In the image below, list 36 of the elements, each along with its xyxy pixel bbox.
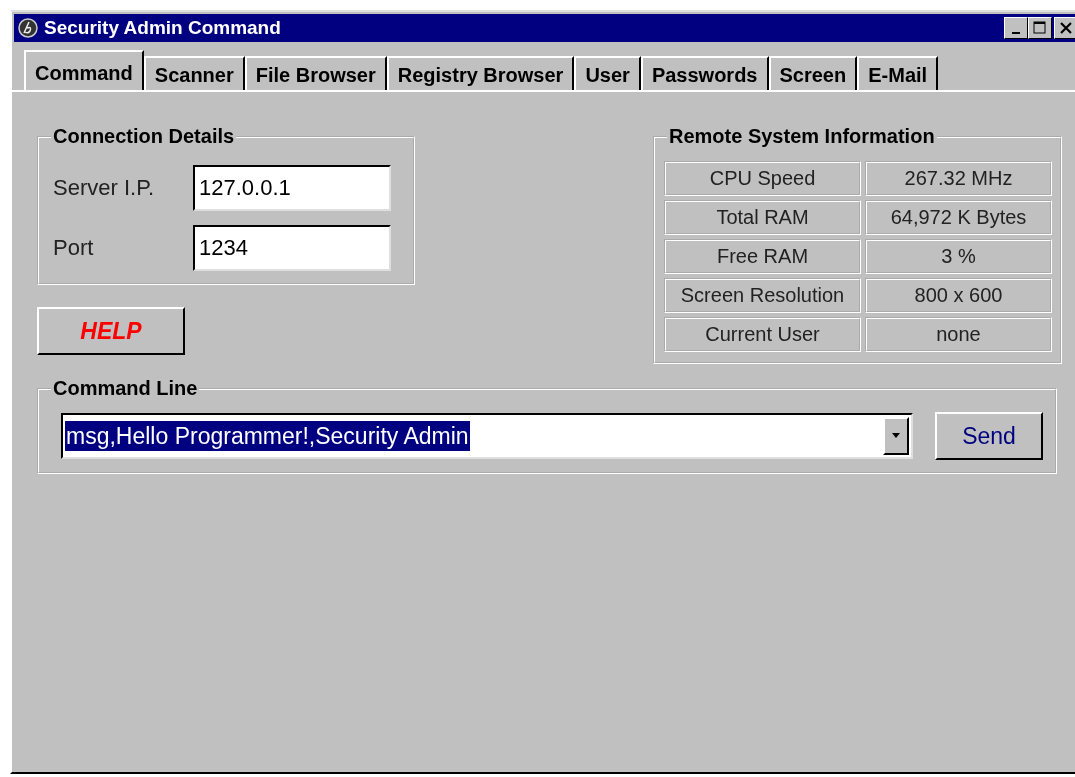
window-title: Security Admin Command	[44, 17, 282, 39]
tab[interactable]: User	[574, 56, 641, 90]
tab[interactable]: Passwords	[640, 56, 769, 90]
input-field[interactable]: 1234	[193, 225, 391, 271]
group-title: Remote System Information	[667, 125, 937, 148]
info-label: Free RAM	[664, 239, 861, 274]
info-label: Current User	[664, 317, 861, 352]
tab[interactable]: Registry Browser	[386, 56, 575, 90]
app-icon	[18, 18, 38, 38]
minimize-icon	[1012, 32, 1020, 34]
info-value: 3 %	[865, 239, 1052, 274]
close-icon	[1059, 21, 1073, 35]
info-value: 267.32 MHz	[865, 161, 1052, 196]
tab[interactable]: Command	[24, 50, 144, 90]
caret-icon	[890, 432, 902, 440]
info-label: Screen Resolution	[664, 278, 861, 313]
minimize-button[interactable]	[1004, 17, 1028, 39]
field-label: Port	[53, 235, 94, 261]
tab[interactable]: E-Mail	[857, 56, 939, 90]
dropdown-button[interactable]	[883, 417, 909, 455]
tab[interactable]: Scanner	[143, 56, 245, 90]
tab[interactable]: Screen	[768, 56, 858, 90]
close-button[interactable]	[1054, 17, 1075, 39]
command-combo-box[interactable]: msg,Hello Programmer!,Security Admin	[61, 413, 913, 459]
send-button[interactable]: Send	[935, 412, 1043, 460]
info-label: CPU Speed	[664, 161, 861, 196]
input-field[interactable]: 127.0.0.1	[193, 165, 391, 211]
info-value: 800 x 600	[865, 278, 1052, 313]
tab[interactable]: File Browser	[244, 56, 387, 90]
maximize-icon	[1033, 21, 1047, 35]
maximize-button[interactable]	[1028, 17, 1052, 39]
info-value: 64,972 K Bytes	[865, 200, 1052, 235]
info-value: none	[865, 317, 1052, 352]
field-label: Server I.P.	[53, 175, 155, 201]
info-label: Total RAM	[664, 200, 861, 235]
command-text: msg,Hello Programmer!,Security Admin	[65, 420, 470, 451]
